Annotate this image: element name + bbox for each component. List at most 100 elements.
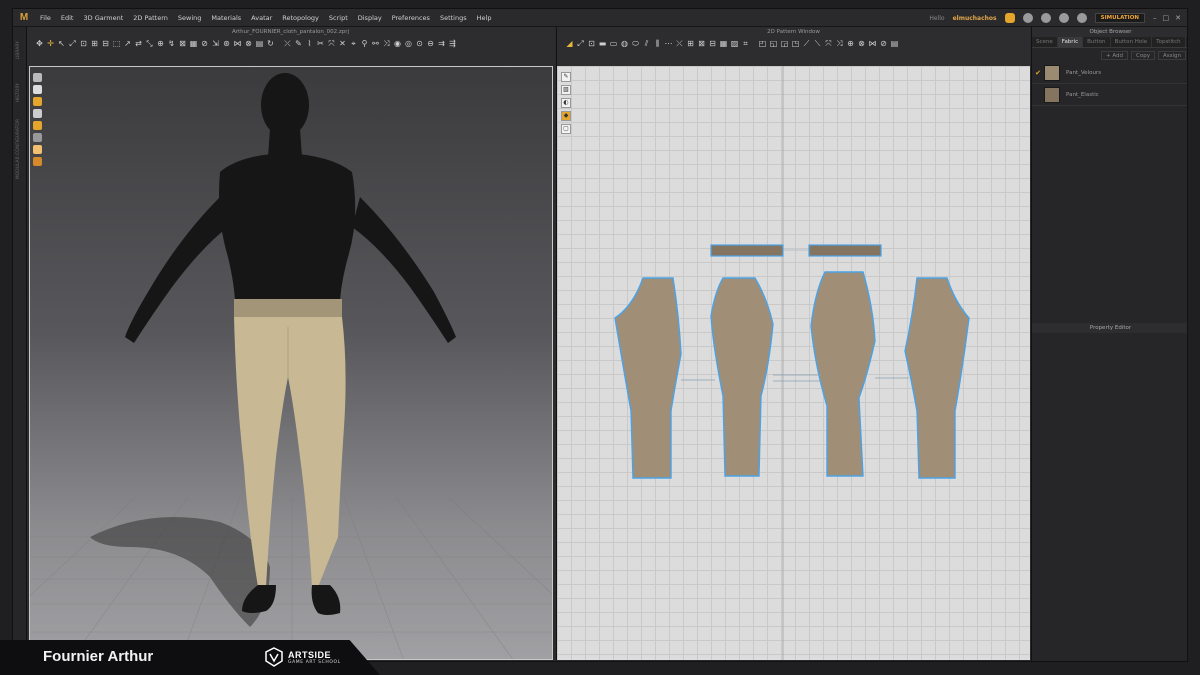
tool-icon[interactable]: ✂	[316, 39, 325, 48]
fabric-texture-icon[interactable]: ▧	[561, 85, 571, 95]
tool-icon[interactable]: ◍	[620, 39, 629, 48]
tool-icon[interactable]: ▨	[730, 39, 739, 48]
tool-icon[interactable]: ⤢	[68, 39, 77, 48]
tool-icon[interactable]: ⇄	[134, 39, 143, 48]
menu-avatar[interactable]: Avatar	[246, 14, 277, 22]
tool-icon[interactable]: ⊖	[426, 39, 435, 48]
add-fabric-button[interactable]: + Add	[1101, 50, 1129, 60]
menu-script[interactable]: Script	[324, 14, 353, 22]
tab-scene[interactable]: Scene	[1032, 37, 1058, 47]
person-icon[interactable]	[33, 145, 42, 154]
maximize-icon[interactable]: □	[1163, 14, 1170, 22]
tool-icon[interactable]: ⌇	[305, 39, 314, 48]
menu-2d-pattern[interactable]: 2D Pattern	[128, 14, 173, 22]
pattern-front-left[interactable]	[710, 277, 774, 477]
tool-icon[interactable]: ⟋	[802, 39, 811, 48]
internal-line-icon[interactable]: ▢	[561, 124, 571, 134]
tool-icon[interactable]: ⊕	[846, 39, 855, 48]
menu-retopology[interactable]: Retopology	[277, 14, 324, 22]
tab-button[interactable]: Button	[1083, 37, 1111, 47]
tool-icon[interactable]: ⟍	[813, 39, 822, 48]
minimize-icon[interactable]: –	[1153, 14, 1157, 22]
tool-icon[interactable]: ⤢	[576, 39, 585, 48]
garment-display-icon[interactable]	[33, 85, 42, 94]
tool-icon[interactable]: ⊞	[90, 39, 99, 48]
tool-icon[interactable]: ▬	[598, 39, 607, 48]
tool-icon[interactable]: ✎	[294, 39, 303, 48]
avatar-display-icon[interactable]	[33, 73, 42, 82]
tool-icon[interactable]: ⋈	[868, 39, 877, 48]
tool-icon[interactable]: ⚲	[360, 39, 369, 48]
pattern-front-right[interactable]	[810, 271, 876, 477]
avatar-icon[interactable]	[33, 109, 42, 118]
tool-icon[interactable]: ↻	[266, 39, 275, 48]
speaker-icon[interactable]	[1022, 13, 1033, 23]
menu-3d-garment[interactable]: 3D Garment	[78, 14, 128, 22]
tool-icon[interactable]: ⬭	[631, 39, 640, 48]
tool-icon[interactable]: ◱	[769, 39, 778, 48]
tool-icon[interactable]: ◰	[758, 39, 767, 48]
tool-icon[interactable]: ⤨	[835, 39, 844, 48]
folder-icon[interactable]	[33, 121, 42, 130]
tool-icon[interactable]: ⊠	[178, 39, 187, 48]
tool-icon[interactable]: ▤	[890, 39, 899, 48]
tool-icon[interactable]: ⋈	[233, 39, 242, 48]
tool-icon[interactable]: ⤨	[382, 39, 391, 48]
tool-icon[interactable]: ⊘	[879, 39, 888, 48]
tool-icon[interactable]: ⤡	[145, 39, 154, 48]
pattern-back-left[interactable]	[614, 277, 682, 479]
menu-file[interactable]: File	[35, 14, 56, 22]
pattern-display-icon[interactable]: ✎	[561, 72, 571, 82]
tool-icon[interactable]: ⌗	[741, 39, 750, 48]
side-tab-history[interactable]: HISTORY	[16, 83, 21, 102]
tool-icon[interactable]: ⫼	[653, 39, 662, 48]
menu-preferences[interactable]: Preferences	[387, 14, 435, 22]
tool-icon[interactable]: ⤫	[283, 39, 292, 48]
tab-button-hole[interactable]: Button Hole	[1111, 37, 1153, 47]
close-icon[interactable]: ✕	[1175, 14, 1181, 22]
menu-display[interactable]: Display	[353, 14, 387, 22]
tab-topstitch[interactable]: Topstitch	[1152, 37, 1186, 47]
tool-icon[interactable]: ⤧	[824, 39, 833, 48]
tool-icon[interactable]: ⊡	[587, 39, 596, 48]
transform-pattern-icon[interactable]: ◢	[565, 39, 574, 48]
tool-icon[interactable]: ◎	[404, 39, 413, 48]
tool-icon[interactable]: ▦	[189, 39, 198, 48]
tool-icon[interactable]: ◲	[780, 39, 789, 48]
tool-icon[interactable]: ⊕	[156, 39, 165, 48]
tab-fabric[interactable]: Fabric	[1057, 37, 1084, 47]
measure-icon[interactable]	[33, 133, 42, 142]
tool-icon[interactable]: ⌖	[349, 39, 358, 48]
tool-icon[interactable]: ⊞	[686, 39, 695, 48]
tool-icon[interactable]: ▤	[255, 39, 264, 48]
tool-icon[interactable]: ✕	[338, 39, 347, 48]
tool-icon[interactable]: ⊠	[697, 39, 706, 48]
tool-icon[interactable]: ▦	[719, 39, 728, 48]
grain-line-icon[interactable]: ◐	[561, 98, 571, 108]
light-icon[interactable]	[33, 157, 42, 166]
tool-icon[interactable]: ↗	[123, 39, 132, 48]
tool-icon[interactable]: ⊗	[857, 39, 866, 48]
side-tab-modular[interactable]: MODULAR CONFIGURATOR	[16, 119, 21, 179]
help-icon[interactable]	[1058, 13, 1069, 23]
menu-help[interactable]: Help	[472, 14, 497, 22]
menu-materials[interactable]: Materials	[206, 14, 246, 22]
viewport-3d[interactable]	[29, 66, 553, 660]
tool-icon[interactable]: ⊡	[79, 39, 88, 48]
pattern-back-right[interactable]	[904, 277, 970, 479]
copy-fabric-button[interactable]: Copy	[1131, 50, 1155, 60]
tool-icon[interactable]: ↖	[57, 39, 66, 48]
side-tab-library[interactable]: LIBRARY	[16, 41, 21, 60]
user-name[interactable]: elmuchachos	[953, 15, 997, 22]
fabric-list-item[interactable]: Pant_Elastic	[1032, 84, 1187, 106]
tool-icon[interactable]: ⊙	[415, 39, 424, 48]
viewport-2d[interactable]: ✎ ▧ ◐ ◆ ▢	[556, 66, 1030, 660]
menu-edit[interactable]: Edit	[56, 14, 79, 22]
pattern-waistband-left[interactable]	[710, 244, 784, 257]
settings-icon[interactable]	[1076, 13, 1087, 23]
tool-icon[interactable]: ⤫	[675, 39, 684, 48]
account-icon[interactable]	[1040, 13, 1051, 23]
assign-fabric-button[interactable]: Assign	[1158, 50, 1186, 60]
tool-icon[interactable]: ◳	[791, 39, 800, 48]
tool-icon[interactable]: ⋯	[664, 39, 673, 48]
